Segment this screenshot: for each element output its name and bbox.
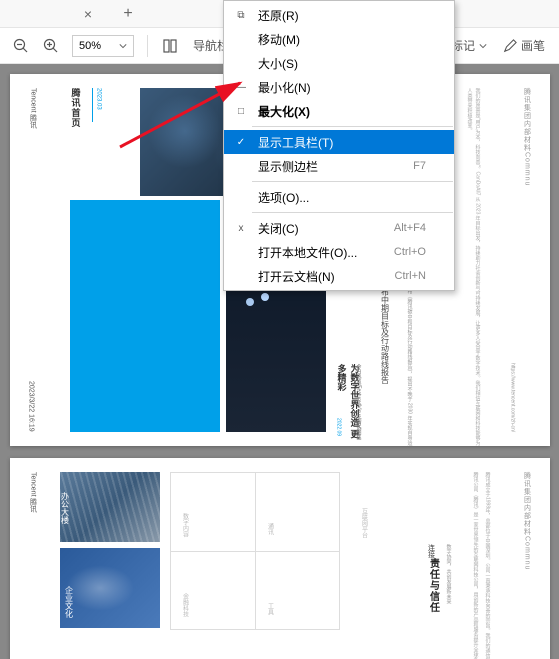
brand-label: Tencent 腾讯 [28,88,38,128]
menu-open-local[interactable]: 打开本地文件(O)... Ctrl+O [224,240,454,264]
menu-maximize[interactable]: □ 最大化(X) [224,99,454,123]
body-text-1: 腾讯公司（腾讯）是一家世界领先的互联网科技公司，用创新的产品和服务提升全球各地人… [472,472,480,659]
chevron-down-icon [119,42,127,50]
brand-label: Tencent 腾讯 [28,472,38,512]
minimize-icon: — [232,82,250,93]
menu-show-sidebar[interactable]: 显示侧边栏 F7 [224,154,454,178]
menu-move[interactable]: 移动(M) [224,27,454,51]
cover-title: 腾讯首页 [70,88,83,128]
section-date: 2022.09 [336,418,342,436]
body-text-2: 腾讯成立于1998年，总部位于中国深圳。公司一直秉承科技向善的宗旨。我们的通信和… [484,472,492,659]
cover-sub: 2023.03 [96,88,102,110]
heading-1-sub: 腾讯对外发布《腾讯碳中和目标及行动路线报告》，提出不晚于 2030 年实现自身运… [398,264,413,446]
close-icon: x [232,223,250,234]
menu-separator [252,126,453,127]
zoom-out-button[interactable] [8,33,34,59]
restore-icon: ⧉ [232,10,250,21]
tab-close-button[interactable]: × [78,4,98,24]
confidential-label: 腾讯集团内部材料Commnu [522,88,532,186]
thumbnail-1 [60,472,160,542]
zoom-select[interactable]: 50% [72,35,134,57]
maximize-icon: □ [232,106,250,117]
check-icon: ✓ [232,137,250,148]
menu-minimize[interactable]: — 最小化(N) [224,75,454,99]
menu-options[interactable]: 选项(O)... [224,185,454,209]
menu-separator [252,181,453,182]
document-page-2: Tencent 腾讯 腾讯集团内部材料Commnu 办公大楼 企业文化 数字内容… [10,458,550,659]
new-tab-button[interactable]: + [118,4,138,24]
page-title-pre: 连接 [426,544,436,558]
zoom-in-button[interactable] [38,33,64,59]
menu-separator [252,212,453,213]
section-sub: 今日热点/FeaturedVisual/精选图集 [356,364,363,440]
divider [147,35,148,57]
grid: 数字内容 通讯 金融科技 工具 [170,472,340,630]
zoom-value: 50% [79,40,101,52]
thumbnail-2 [60,548,160,628]
body-text: 我们的愿景是"用户为本，科技向善"。CanDoAll7 从 2023 年目标出发… [466,88,482,446]
menu-size[interactable]: 大小(S) [224,51,454,75]
pencil-icon [503,39,517,53]
layout-button[interactable] [157,33,183,59]
date-label: 2023/3/22 16:19 [28,381,35,432]
menu-close[interactable]: x 关闭(C) Alt+F4 [224,216,454,240]
chevron-down-icon [479,42,487,50]
page-title: 责任与信任 [426,558,441,613]
menu-restore[interactable]: ⧉ 还原(R) [224,3,454,27]
page-title-sub: 数字协同，共创发展新未来 [446,544,453,604]
blue-block [70,200,220,432]
url-label: https://www.tencent.com/zh-cn/ [510,363,516,432]
window-context-menu: ⧉ 还原(R) 移动(M) 大小(S) — 最小化(N) □ 最大化(X) ✓ … [223,0,455,291]
brush-button[interactable]: 画笔 [497,37,551,54]
confidential-label: 腾讯集团内部材料Commnu [522,472,532,570]
menu-show-toolbar[interactable]: ✓ 显示工具栏(T) [224,130,454,154]
menu-open-cloud[interactable]: 打开云文档(N) Ctrl+N [224,264,454,288]
